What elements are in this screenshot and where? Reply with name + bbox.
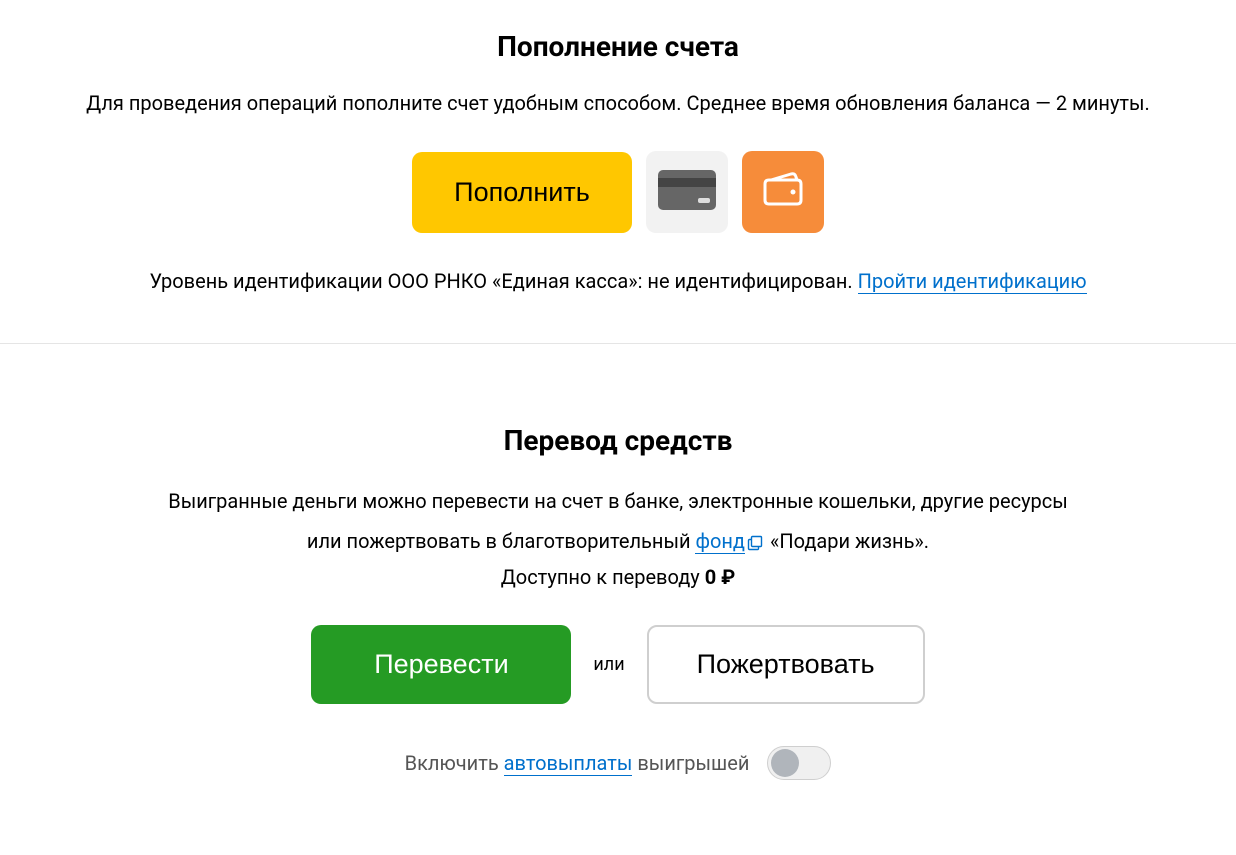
identification-status: Уровень идентификации ООО РНКО «Единая к… bbox=[149, 269, 857, 293]
transfer-title: Перевод средств bbox=[40, 424, 1196, 457]
transfer-section: Перевод средств Выигранные деньги можно … bbox=[0, 354, 1236, 810]
autopay-row: Включить автовыплаты выигрышей bbox=[40, 746, 1196, 780]
transfer-action-row: Перевести или Пожертвовать bbox=[40, 625, 1196, 704]
wallet-icon bbox=[761, 168, 805, 216]
transfer-description-line2: или пожертвовать в благотворительный фон… bbox=[40, 525, 1196, 557]
transfer-line2-suffix: «Подари жизнь». bbox=[765, 529, 929, 553]
card-icon bbox=[658, 170, 716, 214]
identification-line: Уровень идентификации ООО РНКО «Единая к… bbox=[40, 269, 1196, 293]
fund-link[interactable]: фонд bbox=[695, 529, 745, 554]
available-value: 0 ₽ bbox=[705, 565, 736, 589]
identification-link[interactable]: Пройти идентификацию bbox=[858, 269, 1087, 294]
autopay-toggle[interactable] bbox=[767, 746, 831, 780]
toggle-knob bbox=[771, 749, 799, 777]
available-label: Доступно к переводу bbox=[501, 565, 705, 589]
topup-title: Пополнение счета bbox=[40, 30, 1196, 63]
or-separator: или bbox=[593, 654, 624, 675]
card-payment-option[interactable] bbox=[646, 151, 728, 233]
transfer-description-line1: Выигранные деньги можно перевести на сче… bbox=[40, 485, 1196, 517]
topup-button-row: Пополнить bbox=[40, 151, 1196, 233]
topup-subtitle: Для проведения операций пополните счет у… bbox=[40, 91, 1196, 115]
topup-button[interactable]: Пополнить bbox=[412, 152, 632, 233]
autopay-suffix: выигрышей bbox=[632, 751, 749, 775]
transfer-line2-prefix: или пожертвовать в благотворительный bbox=[307, 529, 696, 553]
transfer-button[interactable]: Перевести bbox=[311, 625, 571, 704]
section-divider bbox=[0, 343, 1236, 344]
autopay-label: Включить автовыплаты выигрышей bbox=[405, 751, 750, 775]
autopay-link[interactable]: автовыплаты bbox=[504, 751, 633, 776]
available-line: Доступно к переводу 0 ₽ bbox=[40, 565, 1196, 589]
autopay-prefix: Включить bbox=[405, 751, 504, 775]
wallet-payment-option[interactable] bbox=[742, 151, 824, 233]
topup-section: Пополнение счета Для проведения операций… bbox=[0, 0, 1236, 323]
external-link-icon bbox=[747, 535, 763, 551]
donate-button[interactable]: Пожертвовать bbox=[647, 625, 925, 704]
